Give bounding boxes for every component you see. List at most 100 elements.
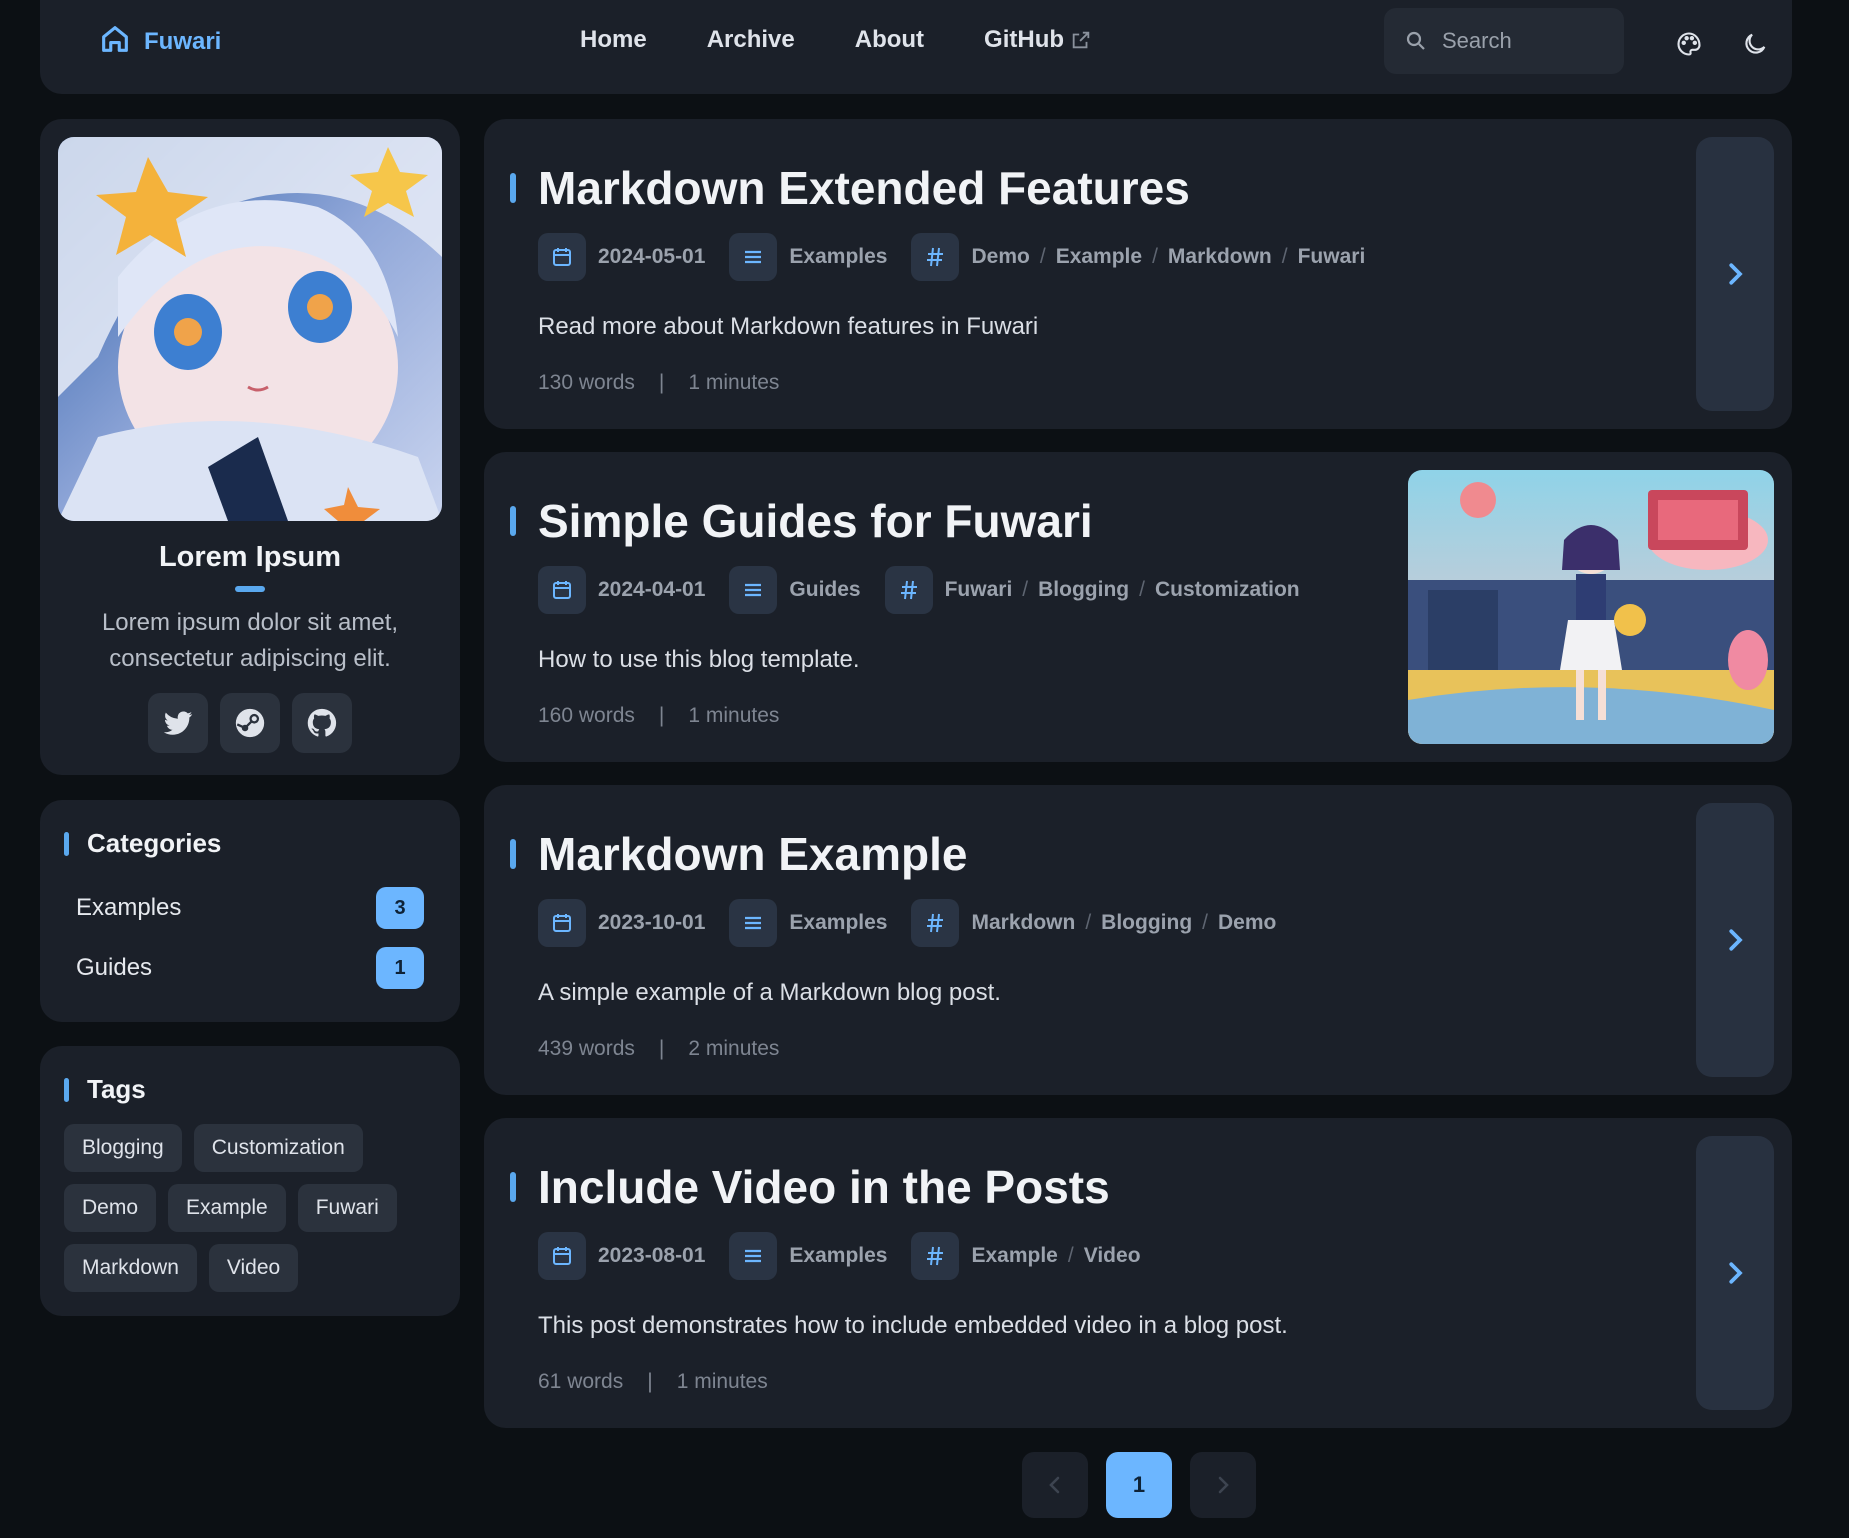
post-stats: 439 words | 2 minutes — [538, 1037, 779, 1061]
twitter-link[interactable] — [148, 693, 208, 753]
read-more-button[interactable] — [1696, 137, 1774, 411]
nav-about[interactable]: About — [855, 26, 924, 54]
post-tag[interactable]: Blogging — [1101, 911, 1192, 935]
post-category[interactable]: Examples — [729, 233, 887, 281]
github-link[interactable] — [292, 693, 352, 753]
post-cover-image[interactable] — [1408, 470, 1774, 744]
post-category[interactable]: Guides — [729, 566, 861, 614]
post-date-text: 2023-10-01 — [598, 911, 706, 934]
post-card: Markdown Extended Features 2024-05-01 Ex… — [484, 119, 1792, 429]
tag-chip[interactable]: Demo — [64, 1184, 157, 1232]
post-category[interactable]: Examples — [729, 899, 887, 947]
category-item[interactable]: Guides 1 — [76, 946, 424, 990]
post-tag[interactable]: Example — [1056, 245, 1142, 269]
post-date-text: 2024-04-01 — [598, 578, 706, 601]
post-tag[interactable]: Demo — [1218, 911, 1276, 935]
prev-page-button[interactable] — [1022, 1452, 1088, 1518]
github-icon — [307, 708, 337, 737]
post-tag[interactable]: Example — [971, 1244, 1057, 1268]
tag-chip[interactable]: Blogging — [64, 1124, 182, 1172]
avatar[interactable] — [58, 137, 442, 521]
nav-home[interactable]: Home — [580, 26, 647, 54]
post-tags: Markdown / Blogging / Demo — [911, 899, 1276, 947]
category-label: Examples — [76, 894, 182, 921]
read-more-button[interactable] — [1696, 1136, 1774, 1410]
post-tag[interactable]: Markdown — [1168, 245, 1272, 269]
tags-title: Tags — [64, 1074, 146, 1105]
post-tag[interactable]: Blogging — [1038, 578, 1129, 602]
post-tag[interactable]: Demo — [971, 245, 1029, 269]
profile-name-underline — [235, 586, 265, 592]
read-more-button[interactable] — [1696, 803, 1774, 1077]
tag-list: Blogging Customization Demo Example Fuwa… — [64, 1124, 444, 1292]
tag-chip[interactable]: Example — [168, 1184, 286, 1232]
post-meta: 2024-04-01 Guides Fuwari / Blogging / Cust… — [538, 566, 1324, 614]
brand-link[interactable]: Fuwari — [98, 22, 221, 61]
category-count-badge: 1 — [376, 947, 424, 989]
chevron-right-icon — [1729, 929, 1743, 951]
post-category[interactable]: Examples — [729, 1232, 887, 1280]
calendar-icon — [538, 233, 586, 281]
post-date: 2023-10-01 — [538, 899, 705, 947]
post-title[interactable]: Markdown Example — [538, 827, 967, 881]
tag-chip[interactable]: Customization — [193, 1124, 363, 1172]
hashtag-icon — [911, 1232, 960, 1280]
home-icon — [98, 22, 132, 61]
post-tag[interactable]: Video — [1084, 1244, 1141, 1268]
twitter-icon — [163, 711, 193, 735]
stats-divider: | — [647, 1370, 653, 1393]
post-title[interactable]: Include Video in the Posts — [538, 1160, 1110, 1214]
category-item[interactable]: Examples 3 — [76, 886, 424, 930]
title-accent-bar — [510, 1172, 516, 1202]
post-title[interactable]: Markdown Extended Features — [538, 161, 1190, 215]
post-category-text: Guides — [789, 578, 861, 601]
hashtag-icon — [911, 233, 960, 281]
tag-separator: / — [1152, 245, 1158, 268]
post-description: How to use this blog template. — [538, 646, 860, 673]
word-count: 130 words — [538, 371, 635, 394]
post-tag[interactable]: Markdown — [971, 911, 1075, 935]
post-date-text: 2024-05-01 — [598, 245, 706, 268]
tag-chip[interactable]: Fuwari — [297, 1184, 397, 1232]
menu-icon — [729, 233, 778, 281]
post-date: 2024-04-01 — [538, 566, 705, 614]
post-description: A simple example of a Markdown blog post… — [538, 979, 1001, 1006]
brand-name: Fuwari — [144, 27, 222, 55]
read-time: 1 minutes — [688, 371, 780, 394]
post-tags: Demo / Example / Markdown / Fuwari — [911, 233, 1365, 281]
nav-archive[interactable]: Archive — [707, 26, 795, 54]
nav-github[interactable]: GitHub — [984, 26, 1092, 54]
tags-title-text: Tags — [87, 1074, 146, 1104]
search-input[interactable] — [1442, 28, 1602, 54]
post-category-text: Examples — [789, 911, 888, 934]
post-stats: 160 words | 1 minutes — [538, 704, 779, 728]
post-tags: Fuwari / Blogging / Customization — [884, 566, 1300, 614]
post-category-text: Examples — [789, 245, 888, 268]
next-page-button[interactable] — [1190, 1452, 1256, 1518]
post-tag[interactable]: Customization — [1155, 578, 1300, 602]
external-link-icon — [1072, 31, 1090, 49]
post-meta: 2023-10-01 Examples Markdown / Blogging / … — [538, 899, 1300, 947]
page-number-button[interactable]: 1 — [1106, 1452, 1172, 1518]
dark-mode-button[interactable] — [1735, 24, 1775, 64]
search-box[interactable] — [1384, 8, 1624, 74]
menu-icon — [729, 566, 778, 614]
nav-github-label: GitHub — [984, 26, 1065, 53]
post-meta: 2024-05-01 Examples Demo / Example / Markd… — [538, 233, 1389, 281]
read-time: 1 minutes — [676, 1370, 768, 1393]
tag-chip[interactable]: Markdown — [64, 1244, 197, 1292]
theme-color-button[interactable] — [1669, 24, 1709, 64]
stats-divider: | — [658, 704, 665, 727]
post-date: 2024-05-01 — [538, 233, 705, 281]
post-tag[interactable]: Fuwari — [1298, 245, 1366, 269]
categories-widget: Categories Examples 3 Guides 1 — [40, 800, 460, 1022]
tag-separator: / — [1281, 245, 1288, 268]
tag-chip[interactable]: Video — [208, 1244, 299, 1292]
post-meta: 2023-08-01 Examples Example / Video — [538, 1232, 1165, 1280]
categories-title: Categories — [64, 828, 221, 859]
steam-link[interactable] — [220, 693, 280, 753]
post-title[interactable]: Simple Guides for Fuwari — [538, 494, 1093, 548]
title-accent-bar — [64, 831, 69, 856]
chevron-right-icon — [1729, 263, 1743, 285]
post-tag[interactable]: Fuwari — [945, 578, 1013, 602]
